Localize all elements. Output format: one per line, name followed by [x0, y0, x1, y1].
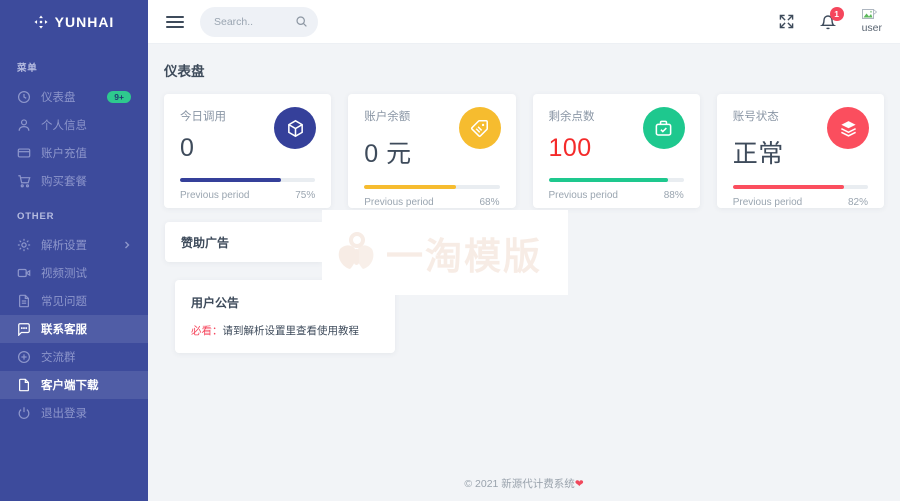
- briefcase-check-icon: [643, 107, 685, 149]
- announcement-text: 请到解析设置里查看使用教程: [223, 325, 360, 337]
- page-title: 仪表盘: [164, 60, 884, 80]
- sidebar-item-label: 退出登录: [41, 405, 87, 421]
- progress-bar: [549, 178, 684, 182]
- progress-label: Previous period: [733, 197, 802, 208]
- announcement-title: 用户公告: [191, 294, 379, 311]
- gear-icon: [17, 238, 31, 252]
- user-avatar-alt-text: user: [862, 23, 882, 34]
- sidebar-item-label: 联系客服: [41, 321, 87, 337]
- tag-icon: [459, 107, 501, 149]
- sidebar-item-parse-settings[interactable]: 解析设置: [0, 231, 148, 259]
- stat-card-balance: 账户余额 0 元 Previous period 68%: [348, 94, 515, 208]
- stat-card-remaining-points: 剩余点数 100 Previous period 88%: [533, 94, 700, 208]
- user-icon: [17, 118, 31, 132]
- sidebar-item-video-test[interactable]: 视频测试: [0, 259, 148, 287]
- sidebar-item-label: 解析设置: [41, 237, 87, 253]
- hamburger-menu-icon[interactable]: [166, 16, 184, 28]
- search-input[interactable]: [214, 16, 294, 28]
- sidebar-item-label: 交流群: [41, 349, 76, 365]
- stat-cards-row: 今日调用 0 Previous period 75% 账户余额 0 元 Prev…: [164, 94, 884, 208]
- progress-bar: [364, 185, 499, 189]
- sidebar-item-label: 视频测试: [41, 265, 87, 281]
- cube-icon: [274, 107, 316, 149]
- sidebar-item-recharge[interactable]: 账户充值: [0, 139, 148, 167]
- announcement-body: 必看：请到解析设置里查看使用教程: [191, 323, 379, 338]
- announcement-highlight: 必看：: [191, 325, 223, 337]
- notification-count-badge: 1: [830, 7, 844, 21]
- credit-card-icon: [17, 146, 31, 160]
- sidebar-item-dashboard[interactable]: 仪表盘 9+: [0, 83, 148, 111]
- search-bar: [200, 7, 318, 37]
- user-avatar[interactable]: user: [862, 9, 882, 34]
- plus-circle-icon: [17, 350, 31, 364]
- sidebar-section-menu: 菜单: [0, 60, 148, 74]
- footer-copyright: © 2021 新源代计费系统❤: [148, 476, 900, 491]
- sidebar-section-other: OTHER: [0, 211, 148, 222]
- progress-bar: [180, 178, 315, 182]
- sidebar: YUNHAI 菜单 仪表盘 9+ 个人信息 账户充值 购买套餐 OTHER 解析…: [0, 0, 148, 501]
- sidebar-item-chat-group[interactable]: 交流群: [0, 343, 148, 371]
- progress-percent: 82%: [848, 197, 868, 208]
- main-content: 仪表盘 今日调用 0 Previous period 75% 账户余额 0 元 …: [148, 44, 900, 501]
- dashboard-badge: 9+: [107, 91, 131, 104]
- stat-card-account-status: 账号状态 正常 Previous period 82%: [717, 94, 884, 208]
- progress-label: Previous period: [180, 190, 249, 201]
- move-arrows-icon: [34, 15, 48, 29]
- sponsor-ad-title: 赞助广告: [181, 234, 229, 251]
- broken-image-icon: [862, 9, 877, 21]
- file-icon: [17, 378, 31, 392]
- chevron-right-icon: [123, 241, 131, 249]
- sidebar-item-label: 购买套餐: [41, 173, 87, 189]
- video-icon: [17, 266, 31, 280]
- progress-label: Previous period: [549, 190, 618, 201]
- logo-text: YUNHAI: [55, 14, 115, 30]
- progress-percent: 88%: [664, 190, 684, 201]
- sidebar-item-faq[interactable]: 常见问题: [0, 287, 148, 315]
- sidebar-item-label: 个人信息: [41, 117, 87, 133]
- cart-icon: [17, 174, 31, 188]
- stat-card-today-calls: 今日调用 0 Previous period 75%: [164, 94, 331, 208]
- progress-label: Previous period: [364, 197, 433, 208]
- watermark-logo-icon: [330, 227, 382, 279]
- search-icon[interactable]: [295, 15, 308, 28]
- progress-percent: 75%: [295, 190, 315, 201]
- sidebar-item-label: 仪表盘: [41, 89, 76, 105]
- clock-icon: [17, 90, 31, 104]
- app-logo[interactable]: YUNHAI: [0, 0, 148, 44]
- fullscreen-icon[interactable]: [779, 14, 794, 29]
- sidebar-item-logout[interactable]: 退出登录: [0, 399, 148, 427]
- watermark: 一淘模版: [322, 210, 568, 295]
- sidebar-item-client-download[interactable]: 客户端下载: [0, 371, 148, 399]
- sidebar-item-buy-plan[interactable]: 购买套餐: [0, 167, 148, 195]
- heart-icon: ❤: [575, 478, 584, 490]
- file-text-icon: [17, 294, 31, 308]
- sidebar-item-label: 常见问题: [41, 293, 87, 309]
- topbar: 1 user: [148, 0, 900, 44]
- sidebar-item-profile[interactable]: 个人信息: [0, 111, 148, 139]
- watermark-text: 一淘模版: [386, 226, 542, 280]
- sidebar-item-label: 客户端下载: [41, 377, 99, 393]
- sponsor-ad-card: 赞助广告: [165, 222, 322, 262]
- notifications-bell-icon[interactable]: 1: [820, 14, 836, 30]
- sidebar-item-label: 账户充值: [41, 145, 87, 161]
- power-icon: [17, 406, 31, 420]
- layers-icon: [827, 107, 869, 149]
- sidebar-item-contact-support[interactable]: 联系客服: [0, 315, 148, 343]
- chat-icon: [17, 322, 31, 336]
- progress-bar: [733, 185, 868, 189]
- progress-percent: 68%: [479, 197, 499, 208]
